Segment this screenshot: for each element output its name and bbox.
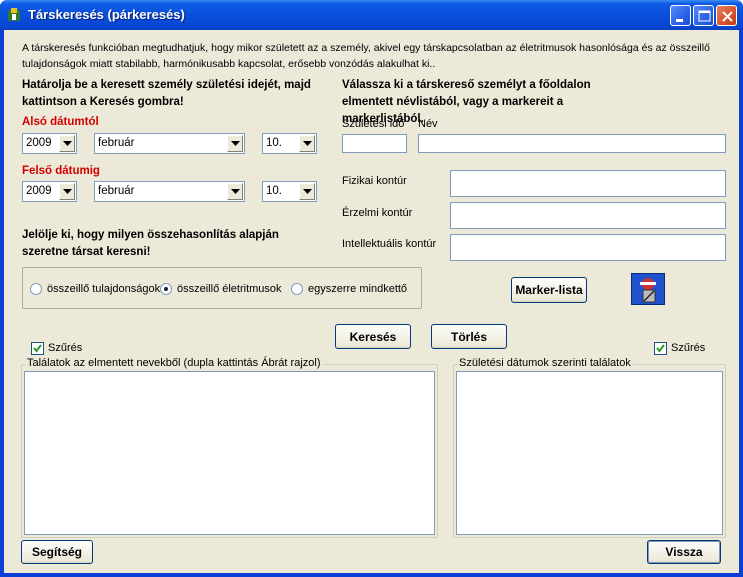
physical-contour-field[interactable]: [450, 170, 726, 197]
app-icon: [8, 8, 20, 21]
dialog-client-area: A társkeresés funkcióban megtudhatjuk, h…: [4, 30, 739, 573]
radio-properties[interactable]: összeillő tulajdonságok: [30, 283, 160, 295]
chevron-down-icon[interactable]: [299, 135, 315, 152]
help-button[interactable]: Segítség: [21, 540, 93, 564]
birth-time-label: Születési idő: [342, 118, 405, 130]
emotional-contour-label: Érzelmi kontúr: [342, 207, 413, 219]
filter-left-checkbox[interactable]: [31, 342, 44, 355]
intellectual-contour-field[interactable]: [450, 234, 726, 261]
chevron-down-icon[interactable]: [59, 135, 75, 152]
marker-figure-icon[interactable]: [631, 273, 665, 305]
clear-button[interactable]: Törlés: [431, 324, 507, 349]
maximize-icon: [698, 10, 711, 22]
minimize-button[interactable]: [670, 5, 691, 26]
minimize-icon: [676, 19, 683, 22]
left-results-list[interactable]: [24, 371, 435, 535]
emotional-contour-field[interactable]: [450, 202, 726, 229]
upper-day-value: 10.: [266, 185, 282, 197]
upper-year-select[interactable]: 2009: [22, 181, 77, 202]
chevron-down-icon[interactable]: [59, 183, 75, 200]
lower-date-label: Alsó dátumtól: [22, 116, 99, 128]
lower-day-value: 10.: [266, 137, 282, 149]
lower-month-value: február: [98, 137, 135, 149]
lower-year-select[interactable]: 2009: [22, 133, 77, 154]
chevron-down-icon[interactable]: [227, 135, 243, 152]
left-instructions: Határolja be a keresett személy születés…: [22, 79, 311, 108]
close-button[interactable]: [716, 5, 737, 26]
upper-month-value: február: [98, 185, 135, 197]
chevron-down-icon[interactable]: [299, 183, 315, 200]
comparison-prompt: Jelölje ki, hogy milyen összehasonlítás …: [22, 229, 279, 258]
maximize-button[interactable]: [693, 5, 714, 26]
upper-date-label: Felső dátumig: [22, 165, 100, 177]
intro-text: A társkeresés funkcióban megtudhatjuk, h…: [22, 42, 710, 70]
right-results-title: Születési dátumok szerinti találatok: [457, 357, 633, 369]
radio-button[interactable]: [291, 283, 303, 295]
lower-day-select[interactable]: 10.: [262, 133, 317, 154]
chevron-down-icon[interactable]: [227, 183, 243, 200]
back-button[interactable]: Vissza: [647, 540, 721, 564]
birth-time-field[interactable]: [342, 134, 407, 153]
filter-right-checkbox[interactable]: [654, 342, 667, 355]
physical-contour-label: Fizikai kontúr: [342, 175, 407, 187]
left-results-title: Találatok az elmentett nevekből (dupla k…: [25, 357, 323, 369]
right-results-list[interactable]: [456, 371, 723, 535]
title-bar[interactable]: Társkeresés (párkeresés): [0, 0, 743, 30]
marker-list-button[interactable]: Marker-lista: [511, 277, 587, 303]
radio-label: összeillő tulajdonságok: [47, 283, 161, 295]
radio-both[interactable]: egyszerre mindkettő: [291, 283, 407, 295]
intellectual-contour-label: Intellektuális kontúr: [342, 238, 437, 250]
radio-button[interactable]: [160, 283, 172, 295]
filter-left-label: Szűrés: [48, 342, 83, 354]
filter-right-label: Szűrés: [671, 342, 706, 354]
upper-day-select[interactable]: 10.: [262, 181, 317, 202]
lower-month-select[interactable]: február: [94, 133, 245, 154]
radio-button[interactable]: [30, 283, 42, 295]
upper-month-select[interactable]: február: [94, 181, 245, 202]
radio-label: egyszerre mindkettő: [308, 283, 408, 295]
window-title: Társkeresés (párkeresés): [28, 7, 185, 22]
name-label: Név: [418, 118, 438, 130]
lower-year-value: 2009: [26, 137, 52, 149]
name-field[interactable]: [418, 134, 726, 153]
close-icon: [722, 11, 733, 22]
radio-rhythms[interactable]: összeillő életritmusok: [160, 283, 282, 295]
radio-label: összeillő életritmusok: [177, 283, 282, 295]
upper-year-value: 2009: [26, 185, 52, 197]
application-window: Társkeresés (párkeresés) A társkeresés f…: [0, 0, 743, 577]
search-button[interactable]: Keresés: [335, 324, 411, 349]
